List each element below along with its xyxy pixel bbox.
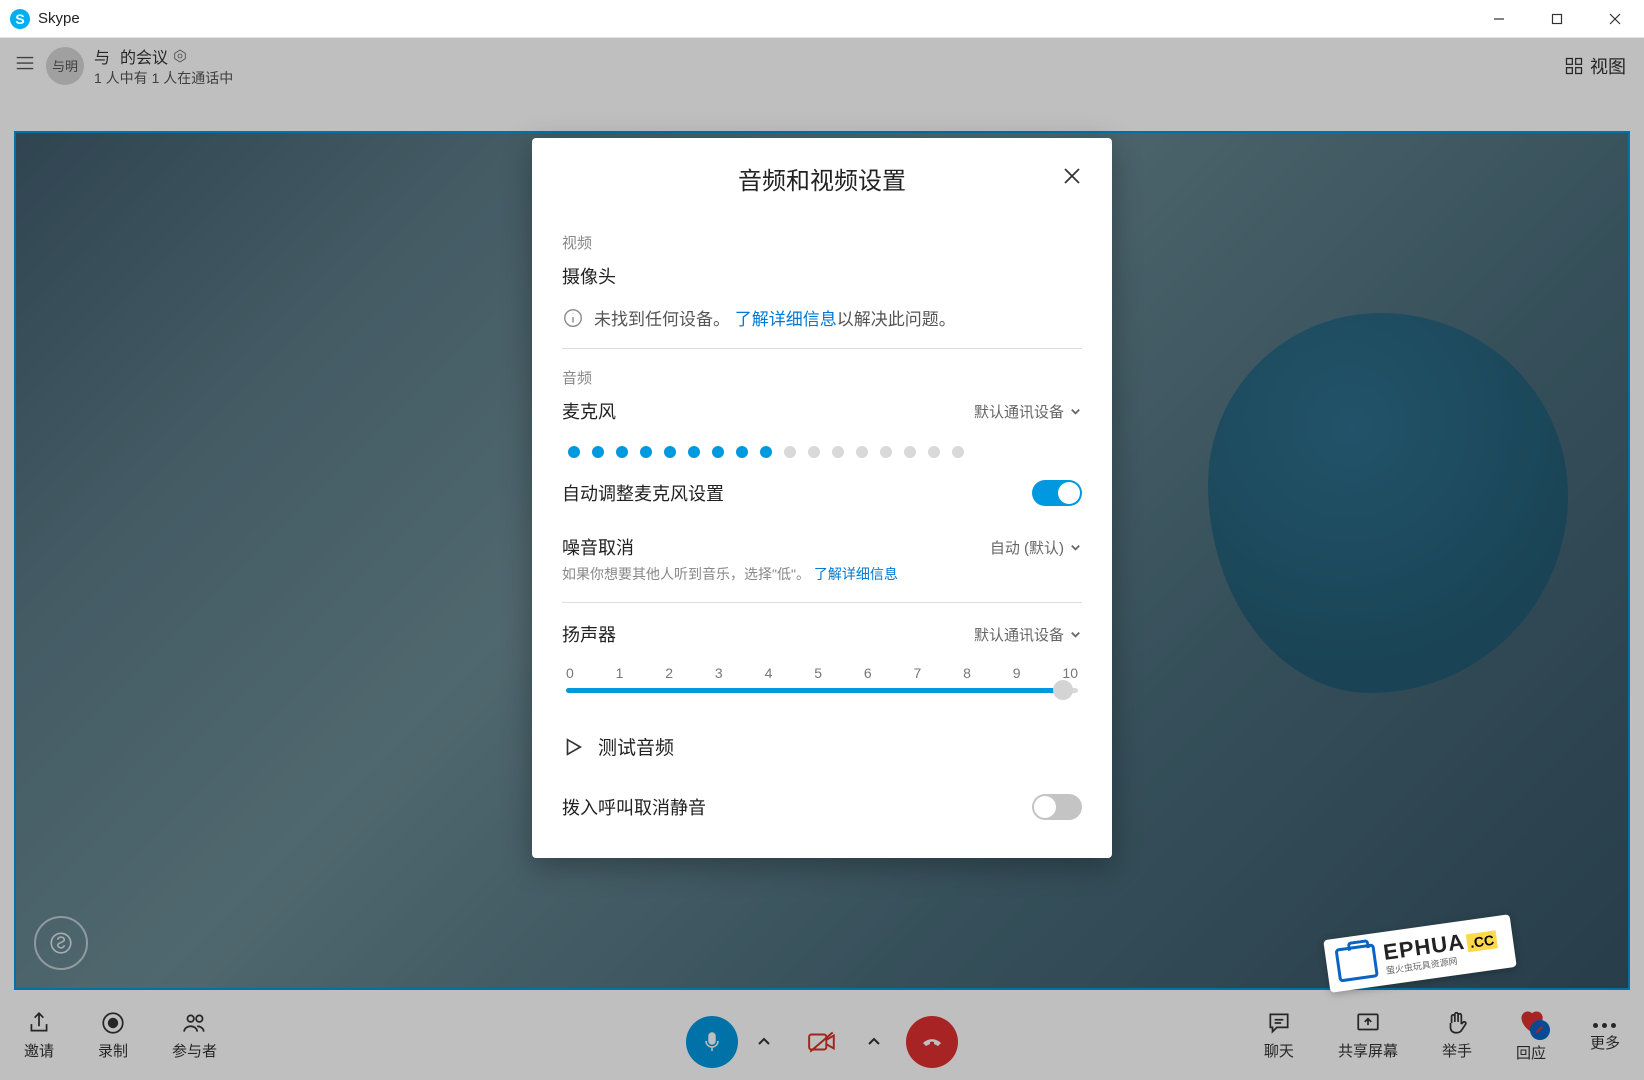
speaker-volume-ticks: 012345678910 bbox=[566, 665, 1078, 681]
chevron-down-icon bbox=[1069, 405, 1082, 418]
briefcase-icon bbox=[1334, 943, 1378, 982]
share-screen-icon bbox=[1355, 1010, 1381, 1036]
speaker-volume-slider[interactable] bbox=[566, 685, 1078, 695]
record-icon bbox=[100, 1010, 126, 1036]
self-preview[interactable] bbox=[34, 916, 88, 970]
mic-options-button[interactable] bbox=[746, 1024, 782, 1060]
speaker-label: 扬声器 bbox=[562, 621, 616, 647]
settings-hex-icon[interactable] bbox=[172, 48, 188, 64]
view-mode-button[interactable]: 视图 bbox=[1564, 53, 1626, 79]
react-button[interactable]: 回应 bbox=[1516, 1008, 1546, 1063]
hand-icon bbox=[1444, 1010, 1470, 1036]
slider-thumb[interactable] bbox=[1053, 680, 1073, 700]
chat-icon bbox=[1266, 1010, 1292, 1036]
chevron-down-icon bbox=[1069, 628, 1082, 641]
noise-cancel-label: 噪音取消 bbox=[562, 534, 634, 560]
window-title: Skype bbox=[38, 10, 80, 27]
chat-button[interactable]: 聊天 bbox=[1264, 1010, 1294, 1061]
meeting-title: 与 的会议 bbox=[94, 44, 233, 68]
more-button[interactable]: 更多 bbox=[1590, 1017, 1620, 1053]
end-call-button[interactable] bbox=[906, 1016, 958, 1068]
window-close-button[interactable] bbox=[1586, 0, 1644, 38]
unmute-incoming-label: 拨入呼叫取消静音 bbox=[562, 794, 706, 820]
edit-badge-icon bbox=[1530, 1020, 1550, 1040]
audio-section-label: 音频 bbox=[562, 367, 1082, 388]
chevron-down-icon bbox=[1069, 541, 1082, 554]
auto-mic-toggle[interactable] bbox=[1032, 480, 1082, 506]
window-titlebar: S Skype bbox=[0, 0, 1644, 38]
dialog-close-button[interactable] bbox=[1062, 166, 1086, 190]
skype-logo-icon: S bbox=[10, 9, 30, 29]
people-icon bbox=[182, 1010, 208, 1036]
speaker-device-dropdown[interactable]: 默认通讯设备 bbox=[974, 624, 1082, 645]
noise-cancel-description: 如果你想要其他人听到音乐，选择"低"。 了解详细信息 bbox=[562, 564, 1082, 584]
noise-cancel-learn-more-link[interactable]: 了解详细信息 bbox=[814, 566, 898, 582]
camera-toggle-button[interactable] bbox=[796, 1016, 848, 1068]
share-screen-button[interactable]: 共享屏幕 bbox=[1338, 1010, 1398, 1061]
participant-count: 1 人中有 1 人在通话中 bbox=[94, 68, 233, 88]
play-icon bbox=[562, 736, 584, 758]
skype-outline-icon bbox=[48, 930, 74, 956]
camera-off-icon bbox=[807, 1029, 837, 1055]
share-out-icon bbox=[26, 1010, 52, 1036]
grid-icon bbox=[1564, 56, 1584, 76]
record-button[interactable]: 录制 bbox=[98, 1010, 128, 1061]
camera-label: 摄像头 bbox=[562, 263, 1082, 289]
ellipsis-icon bbox=[1593, 1017, 1616, 1028]
window-minimize-button[interactable] bbox=[1470, 0, 1528, 38]
window-maximize-button[interactable] bbox=[1528, 0, 1586, 38]
microphone-level-meter bbox=[568, 446, 1082, 458]
meeting-avatar[interactable]: 与明 bbox=[46, 47, 84, 85]
av-settings-dialog: 音频和视频设置 视频 摄像头 未找到任何设备。 了解详细信息以解决此问题。 音频… bbox=[532, 138, 1112, 858]
camera-options-button[interactable] bbox=[856, 1024, 892, 1060]
microphone-icon bbox=[700, 1030, 724, 1054]
info-icon bbox=[562, 307, 584, 329]
call-header: 与明 与 的会议 1 人中有 1 人在通话中 视图 bbox=[0, 38, 1644, 93]
auto-mic-label: 自动调整麦克风设置 bbox=[562, 480, 724, 506]
noise-cancel-dropdown[interactable]: 自动 (默认) bbox=[990, 537, 1082, 558]
menu-icon[interactable] bbox=[14, 52, 36, 79]
microphone-label: 麦克风 bbox=[562, 398, 616, 424]
dialog-title: 音频和视频设置 bbox=[738, 161, 906, 196]
camera-learn-more-link[interactable]: 了解详细信息 bbox=[735, 310, 837, 329]
hangup-icon bbox=[920, 1030, 944, 1054]
mute-mic-button[interactable] bbox=[686, 1016, 738, 1068]
unmute-incoming-toggle[interactable] bbox=[1032, 794, 1082, 820]
video-section-label: 视频 bbox=[562, 232, 1082, 253]
test-audio-button[interactable]: 测试音频 bbox=[562, 733, 1082, 760]
call-toolbar: 邀请 录制 参与者 bbox=[0, 990, 1644, 1080]
microphone-device-dropdown[interactable]: 默认通讯设备 bbox=[974, 401, 1082, 422]
raise-hand-button[interactable]: 举手 bbox=[1442, 1010, 1472, 1061]
no-camera-warning: 未找到任何设备。 了解详细信息以解决此问题。 bbox=[562, 305, 1082, 330]
participants-button[interactable]: 参与者 bbox=[172, 1010, 217, 1061]
invite-button[interactable]: 邀请 bbox=[24, 1010, 54, 1061]
